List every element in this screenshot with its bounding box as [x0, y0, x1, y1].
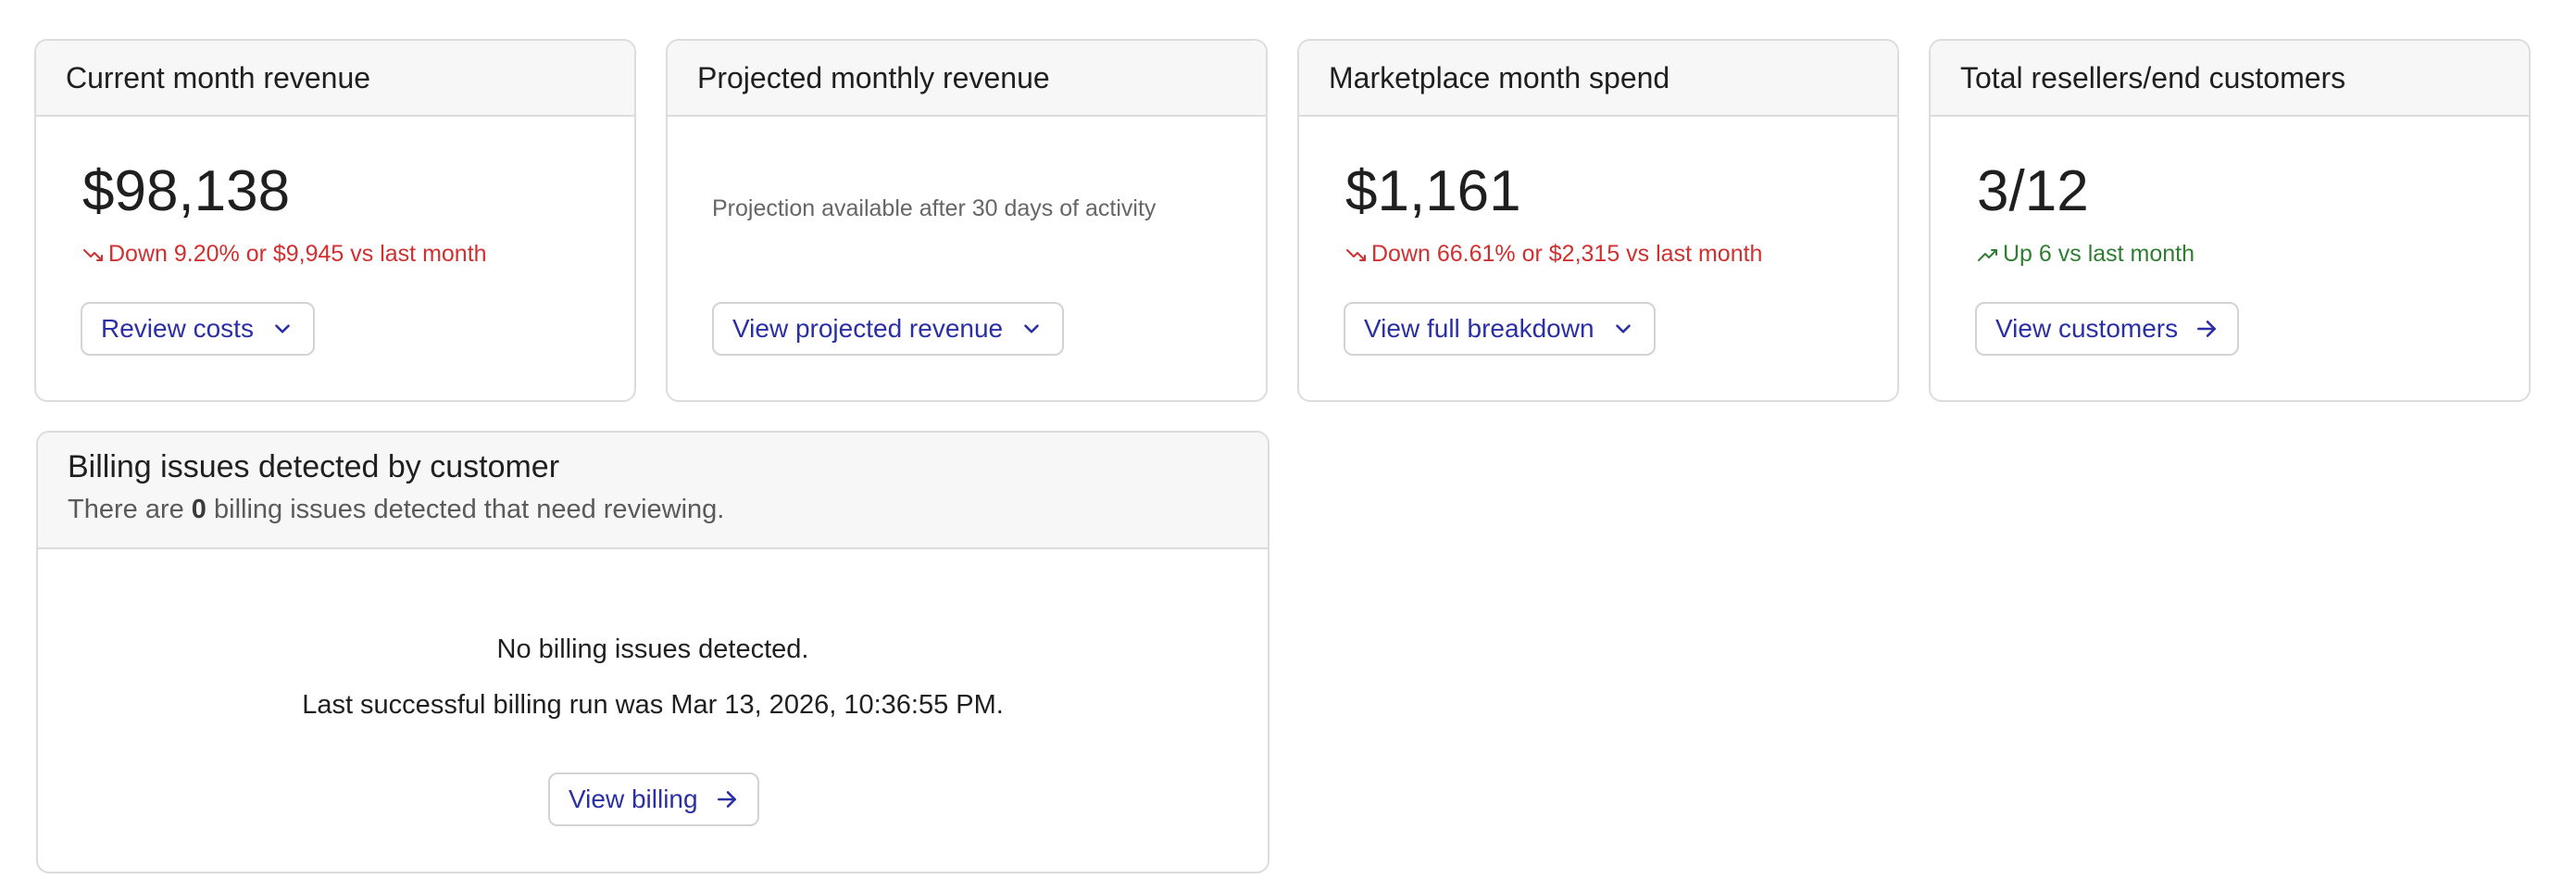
card-header: Billing issues detected by customer Ther… [38, 433, 1268, 549]
revenue-trend: Down 9.20% or $9,945 vs last month [82, 243, 487, 266]
projection-note: Projection available after 30 days of ac… [712, 195, 1157, 221]
card-header: Projected monthly revenue [668, 41, 1266, 117]
billing-status: No billing issues detected. [496, 634, 809, 664]
current-month-revenue-card: Current month revenue $98,138 Down 9.20%… [34, 39, 636, 402]
card-header: Current month revenue [36, 41, 634, 117]
trend-up-icon [1978, 248, 1997, 261]
marketplace-month-spend-card: Marketplace month spend $1,161 Down 66.6… [1297, 39, 1899, 402]
chevron-down-icon [1024, 324, 1039, 333]
button-label: View full breakdown [1364, 314, 1594, 343]
card-title: Total resellers/end customers [1960, 60, 2346, 94]
card-title: Marketplace month spend [1329, 60, 1670, 94]
chevron-down-icon [1615, 324, 1631, 333]
spend-value: $1,161 [1345, 159, 1521, 223]
card-title: Current month revenue [66, 60, 371, 94]
card-title: Projected monthly revenue [697, 60, 1050, 94]
button-label: View projected revenue [732, 314, 1004, 343]
customers-value: 3/12 [1977, 159, 2089, 223]
arrow-right-icon [2197, 320, 2217, 337]
button-label: Review costs [101, 314, 254, 343]
customers-trend: Up 6 vs last month [1977, 243, 2195, 266]
view-projected-revenue-button[interactable]: View projected revenue [712, 302, 1065, 356]
trend-down-icon [1346, 248, 1366, 261]
trend-text: Up 6 vs last month [2003, 241, 2195, 267]
arrow-right-icon [717, 791, 736, 808]
button-label: View billing [569, 785, 698, 813]
revenue-value: $98,138 [82, 159, 291, 223]
card-header: Total resellers/end customers [1931, 41, 2529, 117]
issue-count: 0 [191, 495, 206, 524]
card-title: Billing issues detected by customer [68, 449, 560, 484]
billing-issues-card: Billing issues detected by customer Ther… [36, 431, 1269, 873]
last-billing-run: Last successful billing run was Mar 13, … [302, 690, 1004, 720]
trend-down-icon [83, 248, 103, 261]
chevron-down-icon [275, 324, 290, 333]
review-costs-button[interactable]: Review costs [81, 302, 315, 356]
projected-monthly-revenue-card: Projected monthly revenue Projection ava… [666, 39, 1268, 402]
button-label: View customers [1995, 314, 2179, 343]
billing-subtitle: There are 0 billing issues detected that… [68, 495, 725, 524]
view-full-breakdown-button[interactable]: View full breakdown [1344, 302, 1656, 356]
trend-text: Down 9.20% or $9,945 vs last month [108, 241, 487, 267]
spend-trend: Down 66.61% or $2,315 vs last month [1345, 243, 1762, 266]
view-customers-button[interactable]: View customers [1975, 302, 2240, 356]
trend-text: Down 66.61% or $2,315 vs last month [1371, 241, 1763, 267]
card-header: Marketplace month spend [1299, 41, 1897, 117]
total-customers-card: Total resellers/end customers 3/12 Up 6 … [1929, 39, 2531, 402]
view-billing-button[interactable]: View billing [548, 773, 759, 826]
